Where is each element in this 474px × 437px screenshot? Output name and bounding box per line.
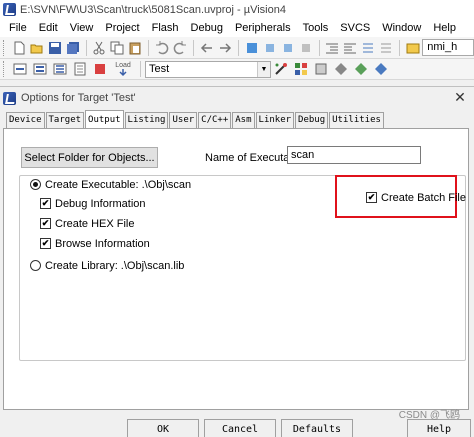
tab-debug[interactable]: Debug	[295, 112, 329, 128]
bookmark-clear-icon[interactable]	[299, 40, 313, 56]
unindent-icon[interactable]	[343, 40, 357, 56]
target-select[interactable]: Test ▼	[145, 60, 271, 78]
menu-tools[interactable]: Tools	[297, 19, 335, 37]
toolbar-separator	[140, 61, 141, 77]
ok-button[interactable]: OK	[127, 419, 199, 437]
bookmark-prev-icon[interactable]	[263, 40, 277, 56]
toolbar-separator	[237, 39, 239, 56]
debug-information-checkbox[interactable]	[40, 198, 51, 209]
dialog-title-bar: Options for Target 'Test'	[0, 87, 474, 109]
menu-bar: File Edit View Project Flash Debug Perip…	[0, 19, 474, 37]
toolbar-separator	[399, 39, 401, 56]
create-batch-file-label: Create Batch File	[381, 192, 466, 204]
menu-peripherals[interactable]: Peripherals	[229, 19, 297, 37]
title-bar: E:\SVN\FW\U3\Scan\truck\5081Scan.uvproj …	[0, 0, 474, 19]
create-executable-radio[interactable]	[30, 179, 41, 190]
stop-build-icon[interactable]	[92, 61, 108, 77]
browse-information-label: Browse Information	[55, 238, 150, 250]
tab-listing[interactable]: Listing	[124, 112, 169, 128]
select-folder-button[interactable]: Select Folder for Objects...	[21, 147, 158, 168]
redo-icon[interactable]	[173, 40, 187, 56]
dialog-tabs: Device Target Output Listing User C/C++ …	[6, 110, 385, 128]
toolbar-separator	[85, 39, 87, 56]
file-toolbar: nmi_h	[0, 37, 474, 59]
menu-project[interactable]: Project	[99, 19, 145, 37]
name-of-executable-input[interactable]: scan	[287, 146, 421, 164]
tab-utilities[interactable]: Utilities	[329, 112, 384, 128]
new-file-icon[interactable]	[12, 40, 26, 56]
download-load-icon[interactable]: Load	[112, 61, 134, 77]
build-icon[interactable]	[32, 61, 48, 77]
toolbar-grip[interactable]	[3, 61, 6, 77]
toolbar-grip[interactable]	[3, 39, 6, 56]
rebuild-icon[interactable]	[52, 61, 68, 77]
window-title: E:\SVN\FW\U3\Scan\truck\5081Scan.uvproj …	[20, 3, 286, 16]
select-device-icon[interactable]	[333, 61, 349, 77]
create-hex-file-checkbox[interactable]	[40, 218, 51, 229]
target-select-value: Test	[149, 62, 170, 75]
close-icon[interactable]: ✕	[450, 88, 470, 106]
nav-forward-icon[interactable]	[218, 40, 232, 56]
menu-debug[interactable]: Debug	[185, 19, 229, 37]
comment-icon[interactable]	[361, 40, 375, 56]
tab-device[interactable]: Device	[6, 112, 45, 128]
pack-installer-icon[interactable]	[373, 61, 389, 77]
chevron-down-icon[interactable]: ▼	[257, 61, 270, 77]
build-toolbar: Load Test ▼	[0, 59, 474, 80]
browse-information-checkbox[interactable]	[40, 238, 51, 249]
defaults-button[interactable]: Defaults	[281, 419, 353, 437]
indent-icon[interactable]	[325, 40, 339, 56]
menu-help[interactable]: Help	[427, 19, 462, 37]
tab-asm[interactable]: Asm	[232, 112, 255, 128]
menu-file[interactable]: File	[3, 19, 33, 37]
tab-target[interactable]: Target	[45, 112, 85, 128]
function-name-field[interactable]: nmi_h	[422, 39, 474, 56]
cut-icon[interactable]	[92, 40, 106, 56]
paste-icon[interactable]	[128, 40, 142, 56]
debug-information-label: Debug Information	[55, 198, 146, 210]
bookmark-next-icon[interactable]	[281, 40, 295, 56]
tab-user[interactable]: User	[169, 112, 198, 128]
open-folder-icon[interactable]	[30, 40, 44, 56]
create-executable-label: Create Executable: .\Obj\scan	[45, 179, 192, 191]
tab-c-cpp[interactable]: C/C++	[198, 112, 232, 128]
tab-output[interactable]: Output	[85, 110, 124, 128]
load-label: Load	[115, 61, 131, 69]
create-batch-file-checkbox[interactable]	[366, 192, 377, 203]
create-library-radio[interactable]	[30, 260, 41, 271]
undo-icon[interactable]	[155, 40, 169, 56]
dialog-title: Options for Target 'Test'	[21, 92, 136, 104]
save-icon[interactable]	[48, 40, 62, 56]
file-extensions-icon[interactable]	[313, 61, 329, 77]
tab-linker[interactable]: Linker	[255, 112, 295, 128]
uvision-app-icon	[3, 3, 16, 16]
menu-edit[interactable]: Edit	[33, 19, 64, 37]
rte-icon[interactable]	[353, 61, 369, 77]
copy-icon[interactable]	[110, 40, 124, 56]
toolbar-separator	[193, 39, 194, 56]
batch-build-icon[interactable]	[72, 61, 88, 77]
output-tab-panel: Select Folder for Objects... Name of Exe…	[3, 128, 469, 410]
nav-back-icon[interactable]	[200, 40, 214, 56]
cancel-button[interactable]: Cancel	[204, 419, 276, 437]
toolbar-separator	[148, 39, 150, 56]
menu-window[interactable]: Window	[376, 19, 427, 37]
toolbar-separator	[318, 39, 320, 56]
save-all-icon[interactable]	[66, 40, 80, 56]
menu-flash[interactable]: Flash	[146, 19, 185, 37]
translate-icon[interactable]	[12, 61, 28, 77]
uvision-app-icon	[3, 91, 16, 105]
menu-svcs[interactable]: SVCS	[334, 19, 376, 37]
create-hex-file-label: Create HEX File	[55, 218, 135, 230]
options-for-target-dialog: Options for Target 'Test' ✕ Device Targe…	[0, 86, 474, 437]
menu-view[interactable]: View	[64, 19, 100, 37]
create-library-label: Create Library: .\Obj\scan.lib	[45, 260, 185, 272]
uncomment-icon[interactable]	[379, 40, 393, 56]
watermark: CSDN @飞鸥	[398, 410, 460, 421]
target-options-icon[interactable]	[273, 61, 289, 77]
manage-components-icon[interactable]	[293, 61, 309, 77]
help-button[interactable]: Help	[407, 419, 471, 437]
bookmark-icon[interactable]	[245, 40, 259, 56]
find-in-files-icon[interactable]	[406, 40, 420, 56]
